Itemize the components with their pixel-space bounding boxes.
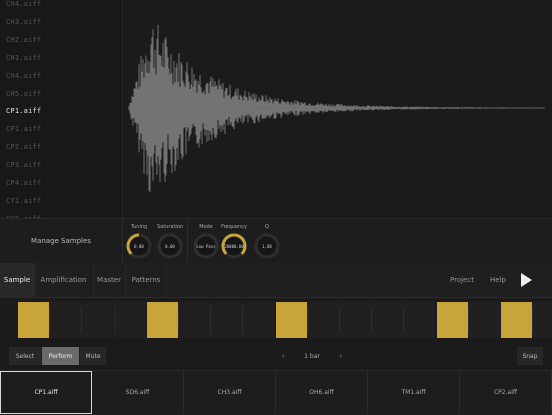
sample-list-item[interactable]: CP1.aiff bbox=[6, 125, 41, 133]
knob-value: 20000.00 bbox=[224, 244, 244, 249]
tab-patterns[interactable]: Patterns bbox=[126, 263, 167, 297]
sequencer-step[interactable] bbox=[468, 302, 500, 338]
drum-pad[interactable]: SD6.aiff bbox=[92, 371, 184, 414]
bar-length-value: 1 bar bbox=[304, 352, 320, 360]
sequencer-step[interactable] bbox=[211, 302, 243, 338]
sample-list-item[interactable]: CP2.aiff bbox=[6, 143, 41, 151]
sample-list-item[interactable]: CY1.aiff bbox=[6, 197, 41, 205]
sample-list-item[interactable]: CH4.aiff bbox=[6, 72, 41, 80]
play-button[interactable] bbox=[518, 272, 534, 288]
tab-amplification[interactable]: Amplification bbox=[34, 263, 94, 297]
manage-samples-button[interactable]: Manage Samples bbox=[0, 219, 123, 263]
knob-value: Low Pass bbox=[196, 244, 216, 249]
sequencer-step[interactable] bbox=[404, 302, 436, 338]
sequencer-step[interactable] bbox=[18, 302, 49, 338]
knob-frequency[interactable]: 20000.00 bbox=[220, 232, 248, 260]
drum-pad[interactable]: OH6.aiff bbox=[276, 371, 368, 414]
sample-list-item[interactable]: CP4.aiff bbox=[6, 179, 41, 187]
sample-list-item[interactable]: CH3.aiff bbox=[6, 18, 41, 26]
help-button[interactable]: Help bbox=[490, 263, 506, 297]
knob-q[interactable]: 1.00 bbox=[253, 232, 281, 260]
bar-length-selector: ‹ 1 bar › bbox=[282, 347, 342, 365]
knob-value: 0.00 bbox=[134, 244, 144, 249]
sequencer-step[interactable] bbox=[243, 302, 275, 338]
previous-bar-button[interactable]: ‹ bbox=[282, 353, 284, 360]
pad-bar: CP1.aiff SD6.aiff CH3.aiff OH6.aiff TM1.aiff… bbox=[0, 370, 552, 415]
select-mode-button[interactable]: Select bbox=[9, 347, 41, 365]
drum-pad[interactable]: CP1.aiff bbox=[0, 371, 92, 414]
drum-pad[interactable]: CP2.aiff bbox=[460, 371, 552, 414]
sequencer-step[interactable] bbox=[275, 302, 307, 338]
project-button[interactable]: Project bbox=[450, 263, 474, 297]
tab-sample[interactable]: Sample bbox=[0, 263, 35, 297]
sample-controls: Manage Samples Tuning 0.00 Saturation 0.00 M… bbox=[0, 218, 552, 264]
sequencer-step[interactable] bbox=[82, 302, 114, 338]
sequencer-step[interactable] bbox=[533, 302, 552, 338]
sequencer-step[interactable] bbox=[501, 302, 532, 338]
knob-value: 1.00 bbox=[262, 244, 272, 249]
sequencer-step[interactable] bbox=[50, 302, 82, 338]
knob-label: Q bbox=[265, 224, 269, 230]
sample-list-item[interactable]: CP1.aiff bbox=[6, 107, 41, 115]
sequencer-step[interactable] bbox=[179, 302, 210, 338]
mute-mode-button[interactable]: Mute bbox=[80, 347, 106, 365]
sample-list-item[interactable]: CP3.aiff bbox=[6, 161, 41, 169]
knob-label: Saturation bbox=[156, 224, 184, 230]
sample-list-item[interactable]: CH2.aiff bbox=[6, 36, 41, 44]
perform-mode-button[interactable]: Perform bbox=[42, 347, 79, 365]
sequencer-step[interactable] bbox=[307, 302, 339, 338]
sequencer-step[interactable] bbox=[340, 302, 371, 338]
waveform-graphic bbox=[128, 24, 545, 192]
snap-button[interactable]: Snap bbox=[517, 347, 543, 365]
drum-pad[interactable]: CH3.aiff bbox=[184, 371, 276, 414]
sequencer-mode-bar: Select Perform Mute ‹ 1 bar › Snap bbox=[0, 344, 552, 370]
play-icon bbox=[521, 273, 532, 287]
sample-list-item[interactable]: CH5.aiff bbox=[6, 90, 41, 98]
knob-saturation[interactable]: 0.00 bbox=[156, 232, 184, 260]
sequencer-step[interactable] bbox=[372, 302, 404, 338]
tab-bar: Sample Amplification Master Patterns Projec… bbox=[0, 263, 552, 298]
knob-tuning[interactable]: 0.00 bbox=[125, 232, 153, 260]
sequencer-step[interactable] bbox=[146, 302, 178, 338]
step-sequencer bbox=[0, 298, 552, 344]
tab-master[interactable]: Master bbox=[93, 263, 126, 297]
next-bar-button[interactable]: › bbox=[340, 353, 342, 360]
sample-list-item[interactable]: CH4.aiff bbox=[6, 0, 41, 8]
sample-list-item[interactable]: CH1.aiff bbox=[6, 54, 41, 62]
sample-list[interactable]: CH4.aiff CH3.aiff CH2.aiff CH1.aiff CH4.aiff… bbox=[0, 0, 123, 218]
drum-pad[interactable]: TM1.aiff bbox=[368, 371, 460, 414]
knob-mode[interactable]: Low Pass bbox=[192, 232, 220, 260]
waveform-path bbox=[128, 24, 545, 192]
sequencer-step[interactable] bbox=[436, 302, 468, 338]
waveform-display bbox=[123, 0, 552, 218]
sequencer-step[interactable] bbox=[114, 302, 146, 338]
knob-value: 0.00 bbox=[165, 244, 175, 249]
